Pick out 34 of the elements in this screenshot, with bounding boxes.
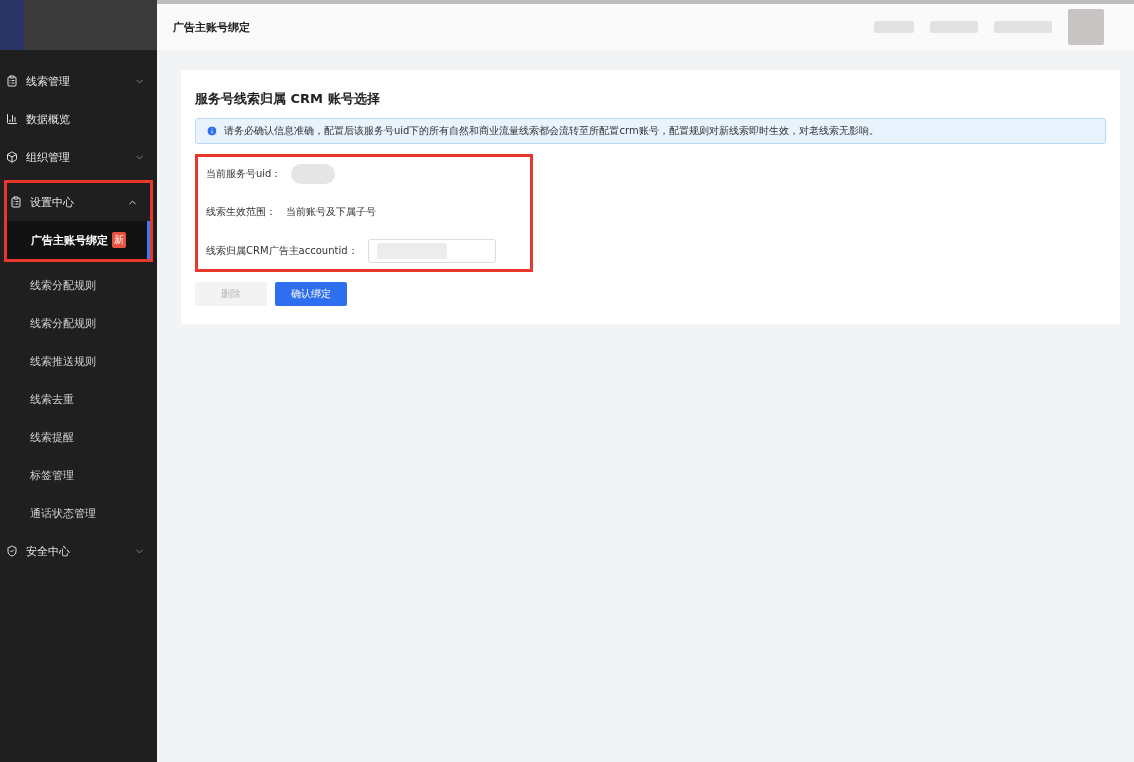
sidebar-item[interactable]: 安全中心 xyxy=(0,532,157,570)
notice-text: 请务必确认信息准确，配置后该服务号uid下的所有自然和商业流量线索都会流转至所配置crm账号，配置规则对新线索即时生效，对老线索无影响。 xyxy=(224,124,879,138)
sidebar-subitem[interactable]: 广告主账号绑定 新 xyxy=(7,221,150,259)
sidebar-subitem[interactable]: 线索提醒 xyxy=(0,418,157,456)
cube-icon xyxy=(6,151,18,163)
redacted-block xyxy=(994,21,1052,33)
redacted-block xyxy=(291,164,336,184)
sidebar-subitem[interactable]: 通话状态管理 xyxy=(0,494,157,532)
clipboard-icon xyxy=(6,75,18,87)
redacted-block xyxy=(874,21,914,33)
page-title: 广告主账号绑定 xyxy=(173,19,250,35)
sidebar-subitem[interactable]: 线索分配规则 xyxy=(0,266,157,304)
sidebar-item[interactable]: 线索管理 xyxy=(0,62,157,100)
info-icon xyxy=(206,125,218,137)
redacted-block xyxy=(930,21,978,33)
sidebar-subitem[interactable]: 线索推送规则 xyxy=(0,342,157,380)
sidebar-item[interactable]: 数据概览 xyxy=(0,100,157,138)
sidebar-subitem[interactable]: 标签管理 xyxy=(0,456,157,494)
chart-icon xyxy=(6,113,18,125)
input-field[interactable] xyxy=(367,239,496,263)
action-button[interactable]: 确认绑定 xyxy=(275,282,347,306)
shield-icon xyxy=(6,545,18,557)
field-label: 线索归属CRM广告主accountid： xyxy=(206,244,358,258)
sidebar-item[interactable]: 设置中心 xyxy=(7,183,150,221)
field-label: 当前服务号uid： xyxy=(206,167,282,181)
new-badge: 新 xyxy=(112,232,126,248)
field-value: 当前账号及下属子号 xyxy=(286,205,376,219)
sidebar-subitem[interactable]: 线索分配规则 xyxy=(0,304,157,342)
sidebar-item[interactable]: 组织管理 xyxy=(0,138,157,176)
avatar-redacted xyxy=(1068,9,1104,45)
clipboard-icon xyxy=(10,196,22,208)
card-title: 服务号线索归属 CRM 账号选择 xyxy=(195,90,381,108)
sidebar-subitem[interactable]: 线索去重 xyxy=(0,380,157,418)
field-label: 线索生效范围： xyxy=(206,205,276,219)
